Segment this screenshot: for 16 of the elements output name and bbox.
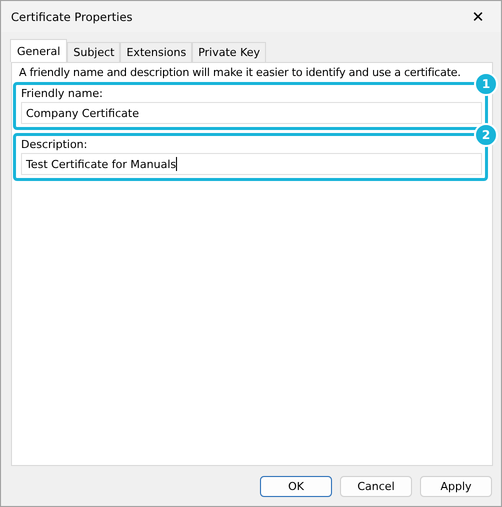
dialog-button[interactable]: Cancel	[340, 476, 412, 496]
text-field[interactable]: Test Certificate for Manuals	[21, 153, 482, 175]
tab[interactable]: Subject	[67, 42, 120, 62]
dialog-button[interactable]: OK	[260, 476, 332, 496]
text-field[interactable]: Company Certificate	[21, 102, 482, 124]
intro-text: A friendly name and description will make it easier to identify and use a certificate.	[19, 66, 462, 79]
callout-badge: 2	[474, 123, 498, 147]
tab[interactable]: General	[10, 39, 68, 62]
field-label: Friendly name:	[21, 87, 104, 100]
window-title: Certificate Properties	[11, 10, 133, 24]
dialog-button[interactable]: Apply	[420, 476, 492, 496]
field-label: Description:	[21, 138, 88, 151]
close-button[interactable]: ✕	[455, 1, 501, 32]
tab[interactable]: Private Key	[192, 42, 266, 62]
tab[interactable]: Extensions	[120, 42, 192, 62]
callout-badge: 1	[474, 72, 498, 96]
